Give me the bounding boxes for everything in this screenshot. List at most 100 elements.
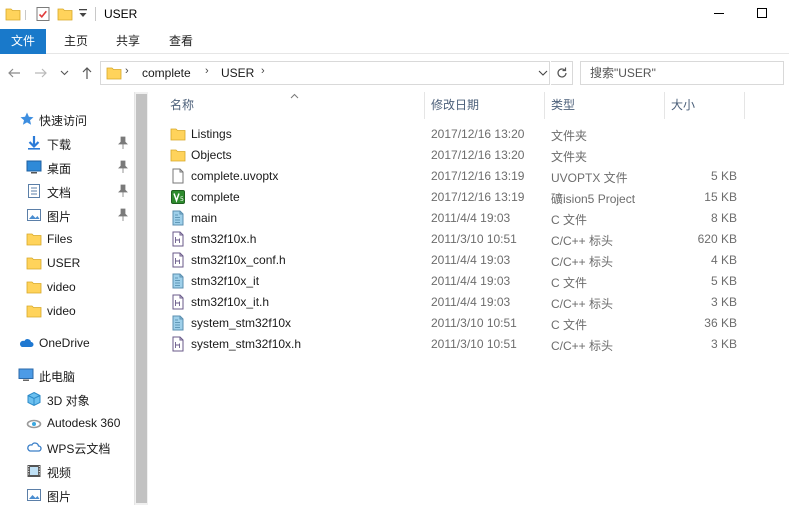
- file-name: stm32f10x_it.h: [191, 295, 270, 309]
- maximize-button[interactable]: [748, 2, 776, 24]
- file-size: 3 KB: [710, 337, 737, 351]
- forward-button[interactable]: [33, 65, 49, 81]
- refresh-button[interactable]: [551, 61, 573, 85]
- nav-label: OneDrive: [39, 336, 90, 350]
- up-button[interactable]: [79, 65, 95, 81]
- file-date: 2011/3/10 10:51: [431, 337, 517, 351]
- keil-project-icon: 5: [170, 189, 186, 205]
- header-file-icon: [170, 336, 186, 352]
- address-dropdown-icon[interactable]: [538, 65, 550, 81]
- nav-label: 下载: [47, 138, 72, 152]
- column-header-date[interactable]: 修改日期: [431, 96, 479, 113]
- tab-view[interactable]: 查看: [158, 29, 204, 54]
- nav-item-wps-cloud[interactable]: WPS云文档: [0, 436, 134, 458]
- breadcrumb-chevron-icon[interactable]: ›: [125, 65, 129, 77]
- file-row[interactable]: main 2011/4/4 19:03 C 文件 8 KB: [166, 207, 740, 228]
- nav-item-pictures[interactable]: 图片: [0, 204, 134, 226]
- tab-home[interactable]: 主页: [53, 29, 99, 54]
- search-input[interactable]: [590, 63, 789, 83]
- c-file-icon: [170, 273, 186, 289]
- title-bar: USER: [0, 0, 789, 29]
- file-size: 8 KB: [710, 211, 737, 225]
- nav-item-autodesk[interactable]: Autodesk 360: [0, 412, 134, 434]
- new-folder-icon[interactable]: [57, 6, 73, 25]
- file-date: 2011/4/4 19:03: [431, 253, 511, 267]
- column-divider[interactable]: [664, 92, 665, 119]
- breadcrumb-item[interactable]: complete: [142, 66, 191, 80]
- separator: [25, 10, 26, 20]
- nav-item-documents[interactable]: 文档: [0, 180, 134, 202]
- address-row: › complete › USER ›: [0, 57, 789, 89]
- recent-locations-icon[interactable]: [58, 65, 70, 81]
- c-file-icon: [170, 210, 186, 226]
- header-file-icon: [170, 294, 186, 310]
- file-name: system_stm32f10x: [191, 316, 292, 330]
- column-divider[interactable]: [744, 92, 745, 119]
- breadcrumb-item[interactable]: USER: [221, 66, 254, 80]
- navigation-pane: 快速访问 下载 桌面 文档 图片 Files USER video video …: [0, 92, 134, 505]
- file-row[interactable]: Listings 2017/12/16 13:20 文件夹: [166, 123, 740, 144]
- nav-scrollbar[interactable]: [134, 92, 148, 505]
- breadcrumb-chevron-icon[interactable]: ›: [261, 65, 265, 77]
- nav-label: 此电脑: [39, 370, 76, 384]
- file-date: 2017/12/16 13:19: [431, 190, 525, 204]
- file-row[interactable]: stm32f10x_conf.h 2011/4/4 19:03 C/C++ 标头 4 …: [166, 249, 740, 270]
- column-header-type[interactable]: 类型: [551, 96, 575, 113]
- nav-item-pictures-pc[interactable]: 图片: [0, 484, 134, 506]
- nav-item-video[interactable]: video: [0, 300, 134, 322]
- folder-icon: [26, 279, 42, 295]
- file-row[interactable]: system_stm32f10x.h 2011/3/10 10:51 C/C++ 标…: [166, 333, 740, 354]
- nav-item-downloads[interactable]: 下载: [0, 132, 134, 154]
- file-size: 36 KB: [704, 316, 737, 330]
- file-row[interactable]: 5 complete 2017/12/16 13:19 礦ision5 Project…: [166, 186, 740, 207]
- separator: [95, 7, 96, 21]
- file-row[interactable]: system_stm32f10x 2011/3/10 10:51 C 文件 36 KB: [166, 312, 740, 333]
- file-size: 5 KB: [710, 169, 737, 183]
- file-date: 2011/3/10 10:51: [431, 316, 517, 330]
- back-button[interactable]: [6, 65, 22, 81]
- file-date: 2011/3/10 10:51: [431, 232, 517, 246]
- file-date: 2017/12/16 13:20: [431, 127, 525, 141]
- column-divider[interactable]: [544, 92, 545, 119]
- file-type: 文件夹: [551, 129, 588, 143]
- customize-toolbar-icon[interactable]: [78, 8, 88, 23]
- file-row[interactable]: Objects 2017/12/16 13:20 文件夹: [166, 144, 740, 165]
- tab-file[interactable]: 文件: [0, 29, 46, 54]
- breadcrumb-chevron-icon[interactable]: ›: [205, 65, 209, 77]
- nav-item-3d-objects[interactable]: 3D 对象: [0, 388, 134, 410]
- file-row[interactable]: complete.uvoptx 2017/12/16 13:19 UVOPTX 文件…: [166, 165, 740, 186]
- scrollbar-thumb[interactable]: [136, 94, 147, 503]
- column-header-name[interactable]: 名称: [170, 96, 194, 113]
- video-icon: [26, 463, 42, 479]
- properties-icon[interactable]: [35, 6, 51, 25]
- autodesk-icon: [26, 415, 42, 431]
- file-name: stm32f10x.h: [191, 232, 257, 246]
- file-row[interactable]: stm32f10x_it.h 2011/4/4 19:03 C/C++ 标头 3 KB: [166, 291, 740, 312]
- nav-item-files[interactable]: Files: [0, 228, 134, 250]
- minimize-button[interactable]: [705, 2, 733, 24]
- column-divider[interactable]: [424, 92, 425, 119]
- nav-this-pc[interactable]: 此电脑: [0, 364, 134, 386]
- nav-label: Files: [47, 232, 73, 246]
- sort-ascending-icon: [290, 88, 299, 102]
- onedrive-icon: [18, 335, 34, 351]
- nav-item-videos[interactable]: 视频: [0, 460, 134, 482]
- nav-item-desktop[interactable]: 桌面: [0, 156, 134, 178]
- file-row[interactable]: stm32f10x.h 2011/3/10 10:51 C/C++ 标头 620 KB: [166, 228, 740, 249]
- file-row[interactable]: stm32f10x_it 2011/4/4 19:03 C 文件 5 KB: [166, 270, 740, 291]
- nav-onedrive[interactable]: OneDrive: [0, 332, 134, 354]
- header-file-icon: [170, 231, 186, 247]
- search-box[interactable]: [580, 61, 789, 85]
- folder-icon: [26, 255, 42, 271]
- file-name: Objects: [191, 148, 232, 162]
- tab-share[interactable]: 共享: [105, 29, 151, 54]
- file-type: C/C++ 标头: [551, 297, 614, 311]
- nav-item-video[interactable]: video: [0, 276, 134, 298]
- file-size: 4 KB: [710, 253, 737, 267]
- column-header-size[interactable]: 大小: [671, 96, 695, 113]
- nav-item-user[interactable]: USER: [0, 252, 134, 274]
- file-size: 3 KB: [710, 295, 737, 309]
- nav-quick-access[interactable]: 快速访问: [0, 108, 134, 130]
- star-icon: [19, 111, 35, 127]
- address-bar[interactable]: › complete › USER ›: [100, 61, 550, 85]
